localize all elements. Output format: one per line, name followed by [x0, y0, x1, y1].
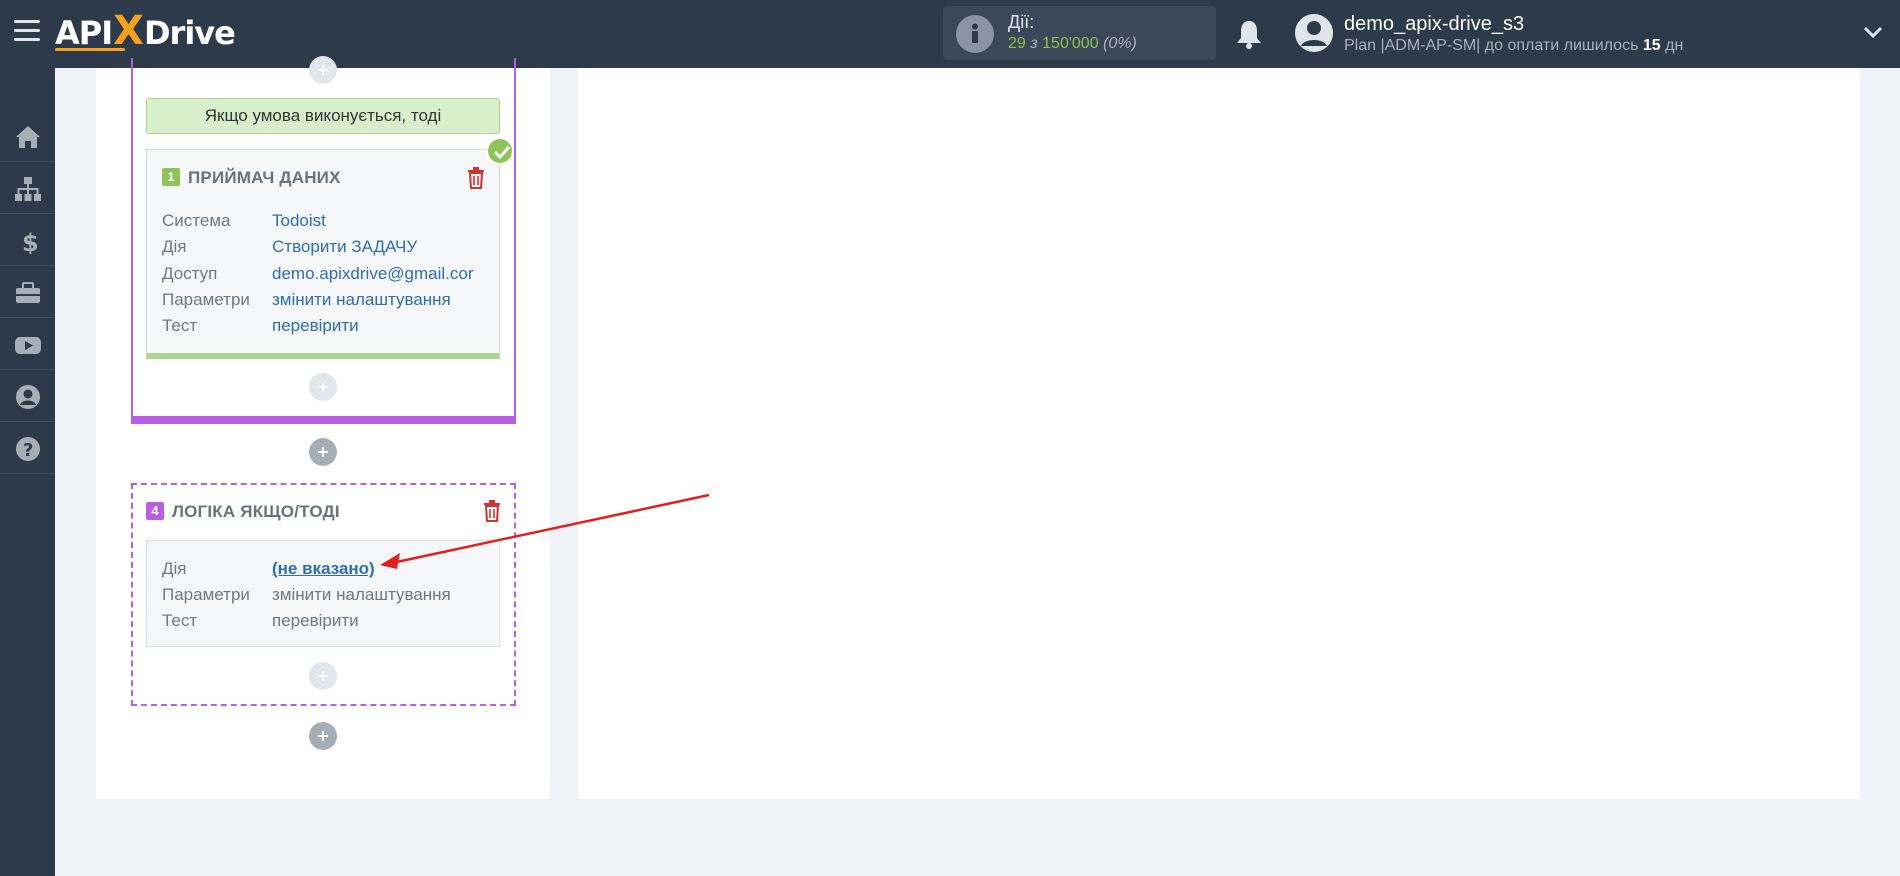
receiver-title: ПРИЙМАЧ ДАНИХ [188, 168, 341, 187]
avatar[interactable] [1295, 14, 1333, 52]
sidebar-item-billing[interactable]: $ [0, 214, 55, 266]
actions-sep: з [1030, 35, 1038, 52]
actions-value: 29 з 150'000 (0%) [1008, 35, 1137, 53]
dollar-icon: $ [22, 229, 39, 254]
sidebar-item-home[interactable] [0, 110, 55, 162]
question-icon: ? [16, 437, 40, 461]
add-block-button[interactable] [309, 722, 337, 750]
condition-header: Якщо умова виконується, тоді [146, 98, 500, 134]
sidebar-item-tools[interactable] [0, 266, 55, 318]
receiver-value-system[interactable]: Todoist [272, 211, 326, 231]
receiver-label-system: Система [162, 211, 231, 230]
menu-icon[interactable] [14, 20, 40, 46]
add-block-button[interactable] [309, 373, 337, 401]
sidebar-item-profile[interactable] [0, 370, 55, 422]
receiver-label-test: Тест [162, 316, 198, 335]
trash-icon[interactable] [467, 167, 485, 189]
receiver-number-badge: 1 [162, 168, 180, 186]
sidebar-item-connections[interactable] [0, 162, 55, 214]
add-block-button[interactable] [309, 438, 337, 466]
logic-label-action: Дія [162, 559, 187, 578]
actions-total: 150'000 [1042, 35, 1099, 52]
receiver-value-action[interactable]: Створити ЗАДАЧУ [272, 237, 417, 257]
home-icon [16, 126, 40, 148]
actions-used: 29 [1008, 35, 1026, 52]
logic-title: ЛОГІКА ЯКЩО/ТОДІ [172, 502, 340, 521]
plan-days: 15 [1642, 37, 1661, 54]
plan-suffix: дн [1665, 37, 1684, 54]
actions-percent: (0%) [1103, 35, 1137, 52]
actions-label: Дії: [1008, 12, 1035, 32]
sidebar-item-videos[interactable] [0, 318, 55, 370]
svg-text:$: $ [22, 229, 39, 254]
svg-text:?: ? [23, 440, 33, 461]
user-name[interactable]: demo_apix-drive_s3 [1344, 13, 1524, 36]
youtube-icon [15, 337, 41, 354]
actions-counter[interactable]: Дії: 29 з 150'000 (0%) [943, 6, 1216, 60]
logic-label-params: Параметри [162, 585, 250, 604]
sitemap-icon [15, 177, 41, 201]
receiver-value-access[interactable]: demo.apixdrive@gmail.cor [272, 264, 484, 284]
logic-value-action[interactable]: (не вказано) [272, 559, 375, 579]
sidebar: $ ? [0, 68, 55, 876]
sidebar-item-help[interactable]: ? [0, 422, 55, 474]
plan-prefix: Plan |ADM-AP-SM| до оплати лишилось [1344, 37, 1639, 54]
annotation-arrow [380, 493, 710, 569]
logic-value-params[interactable]: змінити налаштування [272, 585, 451, 605]
user-plan: Plan |ADM-AP-SM| до оплати лишилось 15 д… [1344, 37, 1683, 55]
add-block-button[interactable] [309, 662, 337, 690]
logic-number-badge: 4 [146, 502, 164, 520]
info-icon [956, 15, 994, 53]
logo[interactable]: API X Drive [55, 8, 236, 54]
logic-label-test: Тест [162, 611, 198, 630]
receiver-label-params: Параметри [162, 290, 250, 309]
check-icon [486, 137, 514, 165]
user-circle-icon [16, 385, 40, 409]
receiver-value-test[interactable]: перевірити [272, 316, 359, 336]
receiver-value-params[interactable]: змінити налаштування [272, 290, 451, 310]
briefcase-icon [16, 282, 40, 303]
bell-icon[interactable] [1234, 18, 1264, 50]
chevron-down-icon[interactable] [1862, 24, 1884, 40]
logic-value-test[interactable]: перевірити [272, 611, 359, 631]
receiver-label-action: Дія [162, 237, 187, 256]
settings-panel [578, 68, 1860, 799]
receiver-label-access: Доступ [162, 264, 218, 283]
